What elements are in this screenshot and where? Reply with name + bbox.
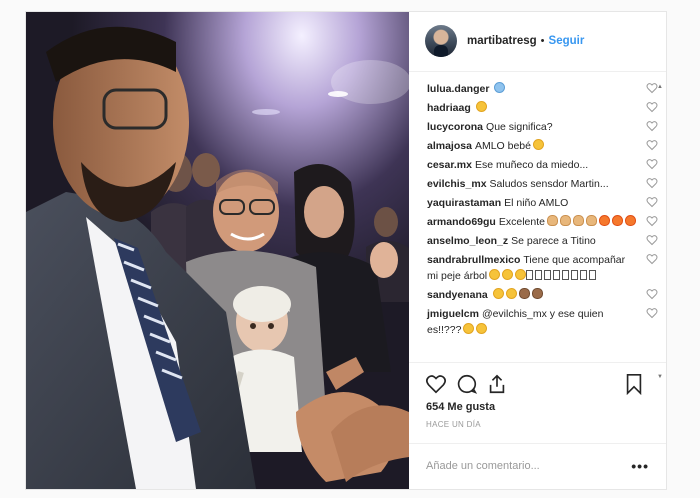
comment-item: sandrabrullmexico Tiene que acompañar mi … [427,251,658,286]
comments-scrollbar[interactable]: ▲ ▼ [657,84,663,380]
comment-like-heart-icon[interactable] [646,288,658,300]
emoji-icon [475,100,487,112]
emoji-icon [502,268,514,280]
comment-like-heart-icon[interactable] [646,196,658,208]
comment-text: Saludos sensdor Martin... [489,177,609,190]
unsupported-glyph-icon [580,269,588,280]
more-options-button[interactable]: ••• [631,458,649,474]
comment-item: evilchis_mx Saludos sensdor Martin... [427,175,658,194]
comment-item: armando69gu Excelente [427,213,658,232]
emoji-icon [624,214,636,226]
emoji-icon [515,268,527,280]
comment-like-heart-icon[interactable] [646,101,658,113]
post-actions [409,361,666,401]
photo-illustration [26,12,409,489]
emoji-icon [518,287,530,299]
heart-icon[interactable] [425,373,447,395]
comment-item: lucycorona Que significa? [427,118,658,137]
emoji-icon [476,322,488,334]
comment-username[interactable]: lulua.danger [427,83,489,95]
emoji-icon [505,287,517,299]
comment-text: El niño AMLO [504,196,569,209]
emoji-icon [572,214,584,226]
comment-text: Se parece a Titino [511,234,596,247]
comment-username[interactable]: yaquirastaman [427,197,501,209]
comment-item: jmiguelcm @evilchis_mx y ese quien es!!??… [427,305,658,340]
comment-item: lulua.danger [427,80,658,99]
scroll-up-arrow[interactable]: ▲ [657,84,663,90]
avatar[interactable] [425,25,457,58]
comment-item: cesar.mx Ese muñeco da miedo... [427,156,658,175]
unsupported-glyph-icon [526,269,534,280]
separator-dot: • [540,35,545,48]
comment-username[interactable]: jmiguelcm [427,308,479,320]
unsupported-glyph-icon [535,269,543,280]
emoji-icon [463,322,475,334]
comment-like-heart-icon[interactable] [646,158,658,170]
likes-count[interactable]: 654 Me gusta [409,400,666,417]
emoji-icon [611,214,623,226]
emoji-icon [585,214,597,226]
emoji-icon [531,287,543,299]
comment-text: Que significa? [486,120,553,133]
unsupported-glyph-icon [562,269,570,280]
add-comment-bar: ••• [409,442,666,489]
post-photo[interactable] [26,12,409,489]
comment-item: almajosa AMLO bebé [427,137,658,156]
comment-like-heart-icon[interactable] [646,139,658,151]
post-details-panel: martibatresg • Seguir lulua.danger hadria… [409,12,666,489]
unsupported-glyph-icon [571,269,579,280]
unsupported-glyph-icon [589,269,597,280]
emoji-icon [489,268,501,280]
comment-item: sandyenana [427,286,658,305]
comment-text: AMLO bebé [474,139,531,152]
comment-username[interactable]: lucycorona [427,121,483,133]
unsupported-glyph-icon [544,269,552,280]
comment-item: anselmo_leon_z Se parece a Titino [427,232,658,251]
comment-like-heart-icon[interactable] [646,120,658,132]
emoji-icon [533,138,544,150]
comment-like-heart-icon[interactable] [646,177,658,189]
unsupported-glyph-icon [553,269,561,280]
emoji-icon [559,214,571,226]
emoji-icon [492,287,504,299]
emoji-icon [598,214,610,226]
emoji-icon [546,214,558,226]
comments-list[interactable]: lulua.danger hadriaag lucycorona Que signif… [409,72,666,362]
post-header: martibatresg • Seguir [409,12,666,72]
post-username[interactable]: martibatresg [467,35,537,47]
comment-username[interactable]: sandrabrullmexico [427,254,520,266]
comment-item: hadriaag [427,99,658,118]
comment-text: Ese muñeco da miedo... [474,158,589,171]
comment-like-heart-icon[interactable] [646,234,658,246]
comment-username[interactable]: armando69gu [427,216,496,228]
share-icon[interactable] [486,373,508,395]
bookmark-icon[interactable] [623,373,645,395]
comment-username[interactable]: evilchis_mx [427,178,487,190]
comment-username[interactable]: almajosa [427,140,472,152]
post-timestamp: HACE UN DÍA [426,419,481,429]
comment-input[interactable] [426,460,626,473]
comment-icon[interactable] [456,373,478,395]
comment-item: yaquirastaman El niño AMLO [427,194,658,213]
comment-text: Excelente [498,215,545,228]
comment-username[interactable]: sandyenana [427,289,488,301]
comment-like-heart-icon[interactable] [646,215,658,227]
instagram-post: martibatresg • Seguir lulua.danger hadria… [25,11,667,490]
comment-like-heart-icon[interactable] [646,307,658,319]
emoji-icon [494,81,506,93]
comment-like-heart-icon[interactable] [646,253,658,265]
comment-username[interactable]: cesar.mx [427,159,472,171]
comment-username[interactable]: anselmo_leon_z [427,235,508,247]
comment-username[interactable]: hadriaag [427,102,471,114]
follow-button[interactable]: Seguir [549,35,585,47]
